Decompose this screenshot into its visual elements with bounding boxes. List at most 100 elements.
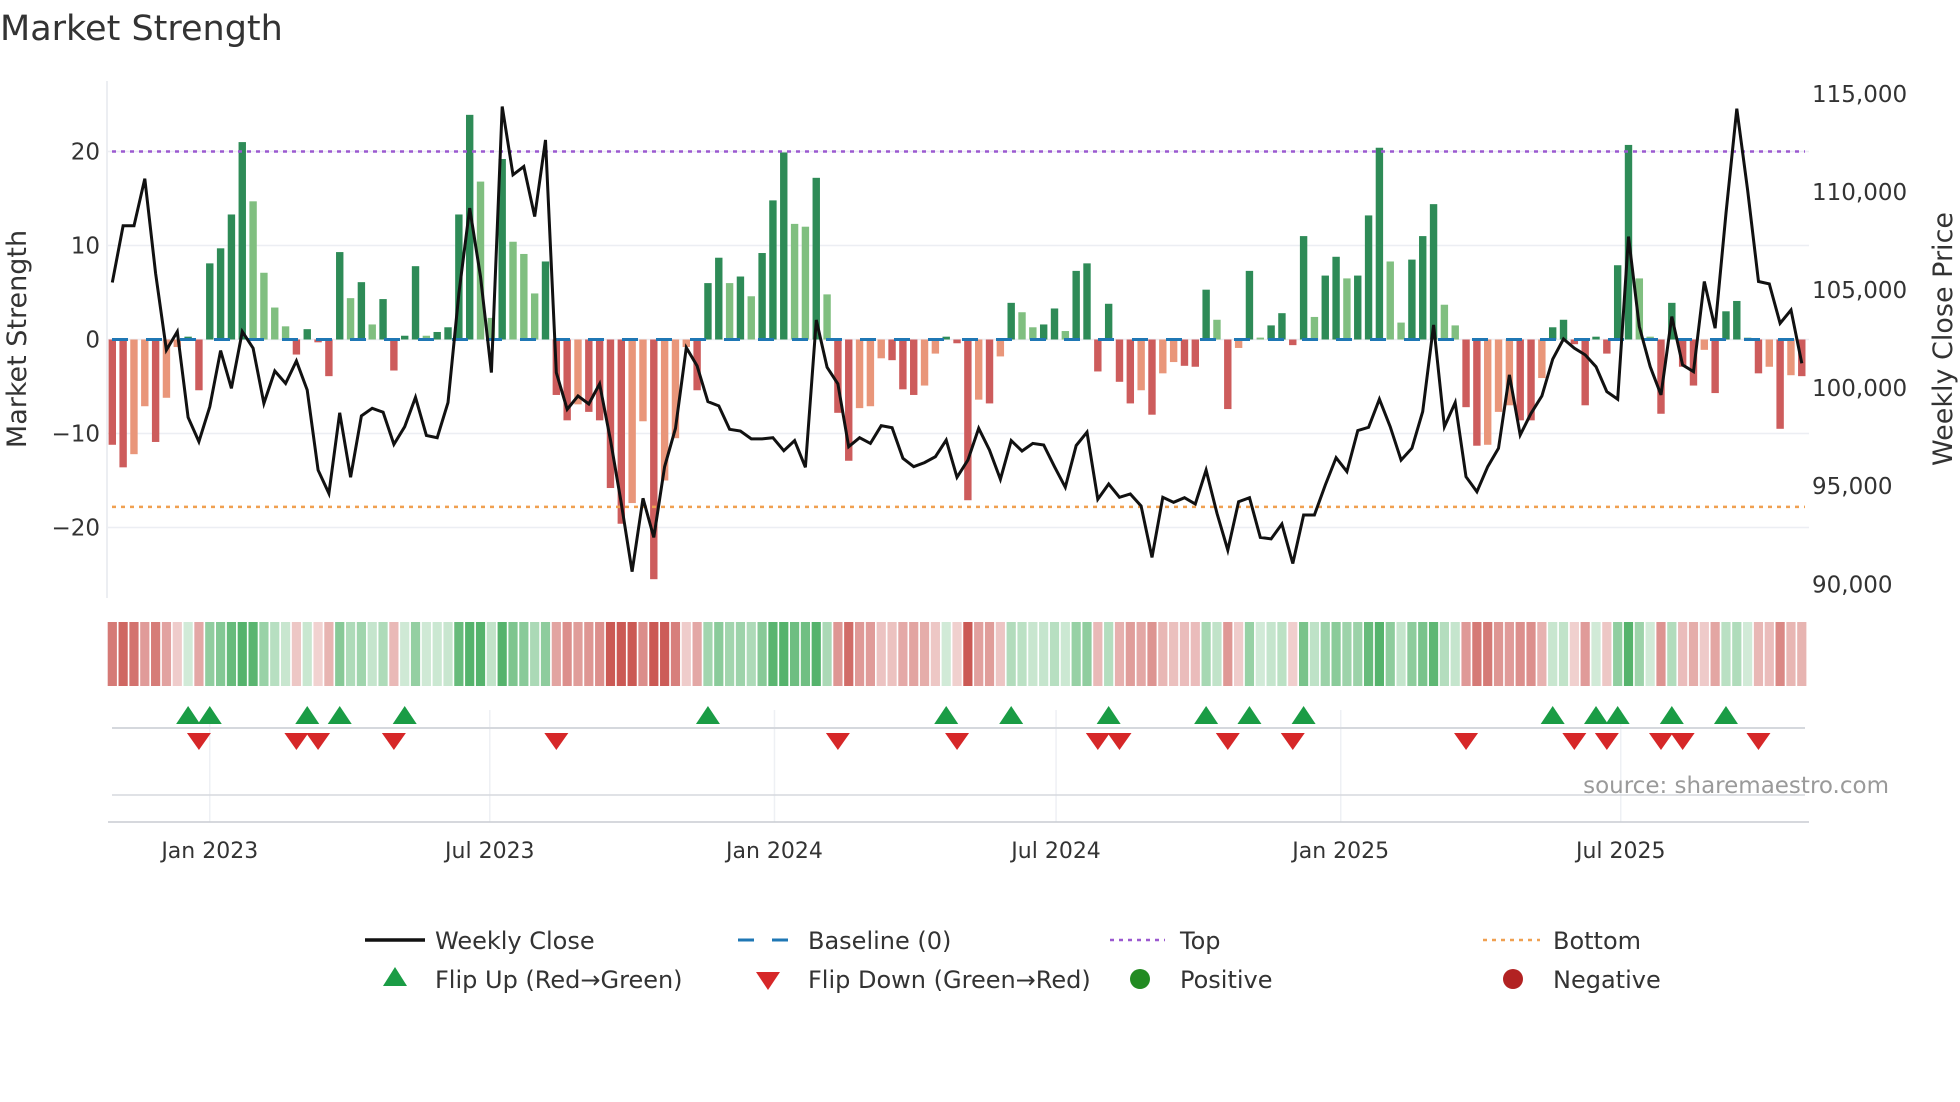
strip-cell (519, 622, 529, 686)
strip-cell (1613, 622, 1623, 686)
strength-bar (1787, 339, 1795, 376)
strip-cell (1428, 622, 1439, 686)
strength-bar (1419, 236, 1427, 340)
strip-cell (1526, 622, 1536, 686)
strip-cell (216, 622, 226, 686)
strip-cell (1580, 622, 1590, 686)
strip-cell (887, 622, 897, 686)
strength-bar (141, 339, 149, 407)
strip-cell (1212, 622, 1222, 686)
strip-cell (1374, 622, 1385, 686)
strip-cell (1472, 622, 1482, 686)
strength-bar (910, 339, 918, 395)
strength-bar (1321, 275, 1329, 340)
right-tick-label: 105,000 (1812, 278, 1907, 304)
strength-bar (206, 263, 214, 340)
strip-cell (1190, 622, 1200, 686)
strip-cell (919, 622, 930, 686)
flip-up-marker (695, 706, 720, 724)
strip-cell (995, 622, 1005, 686)
strength-bar (855, 339, 864, 409)
strength-bar (1408, 259, 1416, 340)
flip-up-marker (1540, 706, 1565, 724)
strip-cell (876, 622, 886, 686)
strength-bar (1332, 256, 1340, 340)
strength-bar (1776, 339, 1784, 429)
flip-down-marker (1648, 733, 1673, 750)
strength-bar (1429, 204, 1438, 340)
strip-cell (1602, 622, 1612, 686)
right-tick-label: 110,000 (1812, 180, 1907, 206)
strength-bar (1440, 304, 1449, 340)
flip-up-marker (295, 706, 320, 724)
strength-bar (1224, 339, 1232, 410)
strength-bar (1007, 302, 1015, 340)
strip-cell (1764, 622, 1774, 686)
strength-bar (1451, 325, 1459, 340)
strip-cell (865, 622, 875, 686)
strength-bar (249, 201, 257, 340)
right-axis-ticks: 115,000 110,000 105,000 100,000 95,000 90,000 (1812, 82, 1907, 599)
strip-cell (681, 622, 691, 686)
strip-cell (941, 622, 951, 686)
strip-cell (1266, 622, 1276, 686)
strip-cell (833, 622, 843, 686)
strip-cell (400, 622, 410, 686)
strip-cell (530, 622, 540, 686)
strip-cell (595, 622, 605, 686)
strength-bar (390, 339, 398, 371)
strength-bar (260, 272, 268, 340)
strength-bar (1137, 339, 1145, 391)
left-axis-label: Market Strength (2, 230, 33, 448)
strength-bar (953, 339, 961, 344)
strip-cell (183, 622, 193, 686)
legend-positive-label: Positive (1180, 966, 1273, 994)
strength-bar (1343, 278, 1351, 340)
x-tick-label: Jan 2025 (1290, 839, 1389, 864)
strength-bar (1256, 337, 1264, 340)
strip-cell (789, 622, 800, 686)
strength-bar (357, 282, 366, 340)
strength-bar (1018, 312, 1026, 340)
x-tick-label: Jan 2023 (159, 839, 258, 864)
strength-bar (1289, 339, 1297, 346)
flip-up-marker (197, 706, 222, 724)
strength-bar (877, 339, 885, 359)
right-tick-label: 95,000 (1812, 474, 1892, 500)
strip-cell (302, 622, 312, 686)
strength-bar (520, 253, 528, 340)
strip-cell (909, 622, 919, 686)
strip-cell (1591, 622, 1601, 686)
strip-cell (140, 622, 150, 686)
x-tick-label: Jul 2025 (1574, 839, 1666, 864)
strip-cell (562, 622, 572, 686)
flip-up-marker (1713, 706, 1738, 724)
strength-bar (996, 339, 1005, 357)
strength-bars (108, 114, 1806, 580)
strip-cell (703, 622, 713, 686)
x-axis-ticks: Jan 2023 Jul 2023 Jan 2024 Jul 2024 Jan 2025… (159, 839, 1665, 864)
strip-cell (1548, 622, 1558, 686)
strip-cell (1028, 622, 1038, 686)
flip-down-marker (381, 733, 406, 750)
flip-up-marker (934, 706, 959, 724)
strip-cell (1017, 622, 1027, 686)
strength-bar (368, 324, 376, 340)
strip-cell (670, 622, 681, 686)
strength-bar (1115, 339, 1124, 382)
left-axis-ticks: 20 10 0 −10 −20 (51, 140, 100, 542)
right-tick-label: 90,000 (1812, 572, 1892, 598)
strip-cell (1656, 622, 1666, 686)
strip-cell (1363, 622, 1374, 686)
strip-cell (443, 622, 453, 686)
strength-bar (1169, 339, 1178, 363)
strength-bar (1191, 339, 1199, 367)
legend-flip-down-icon (756, 972, 780, 990)
strength-bar (595, 339, 604, 421)
strip-cell (1645, 622, 1655, 686)
strip-cell (1439, 622, 1449, 686)
strip-cell (1125, 622, 1135, 686)
strength-bar (1538, 339, 1546, 379)
strength-heat-strip (107, 622, 1807, 686)
strip-cell (1732, 622, 1742, 686)
